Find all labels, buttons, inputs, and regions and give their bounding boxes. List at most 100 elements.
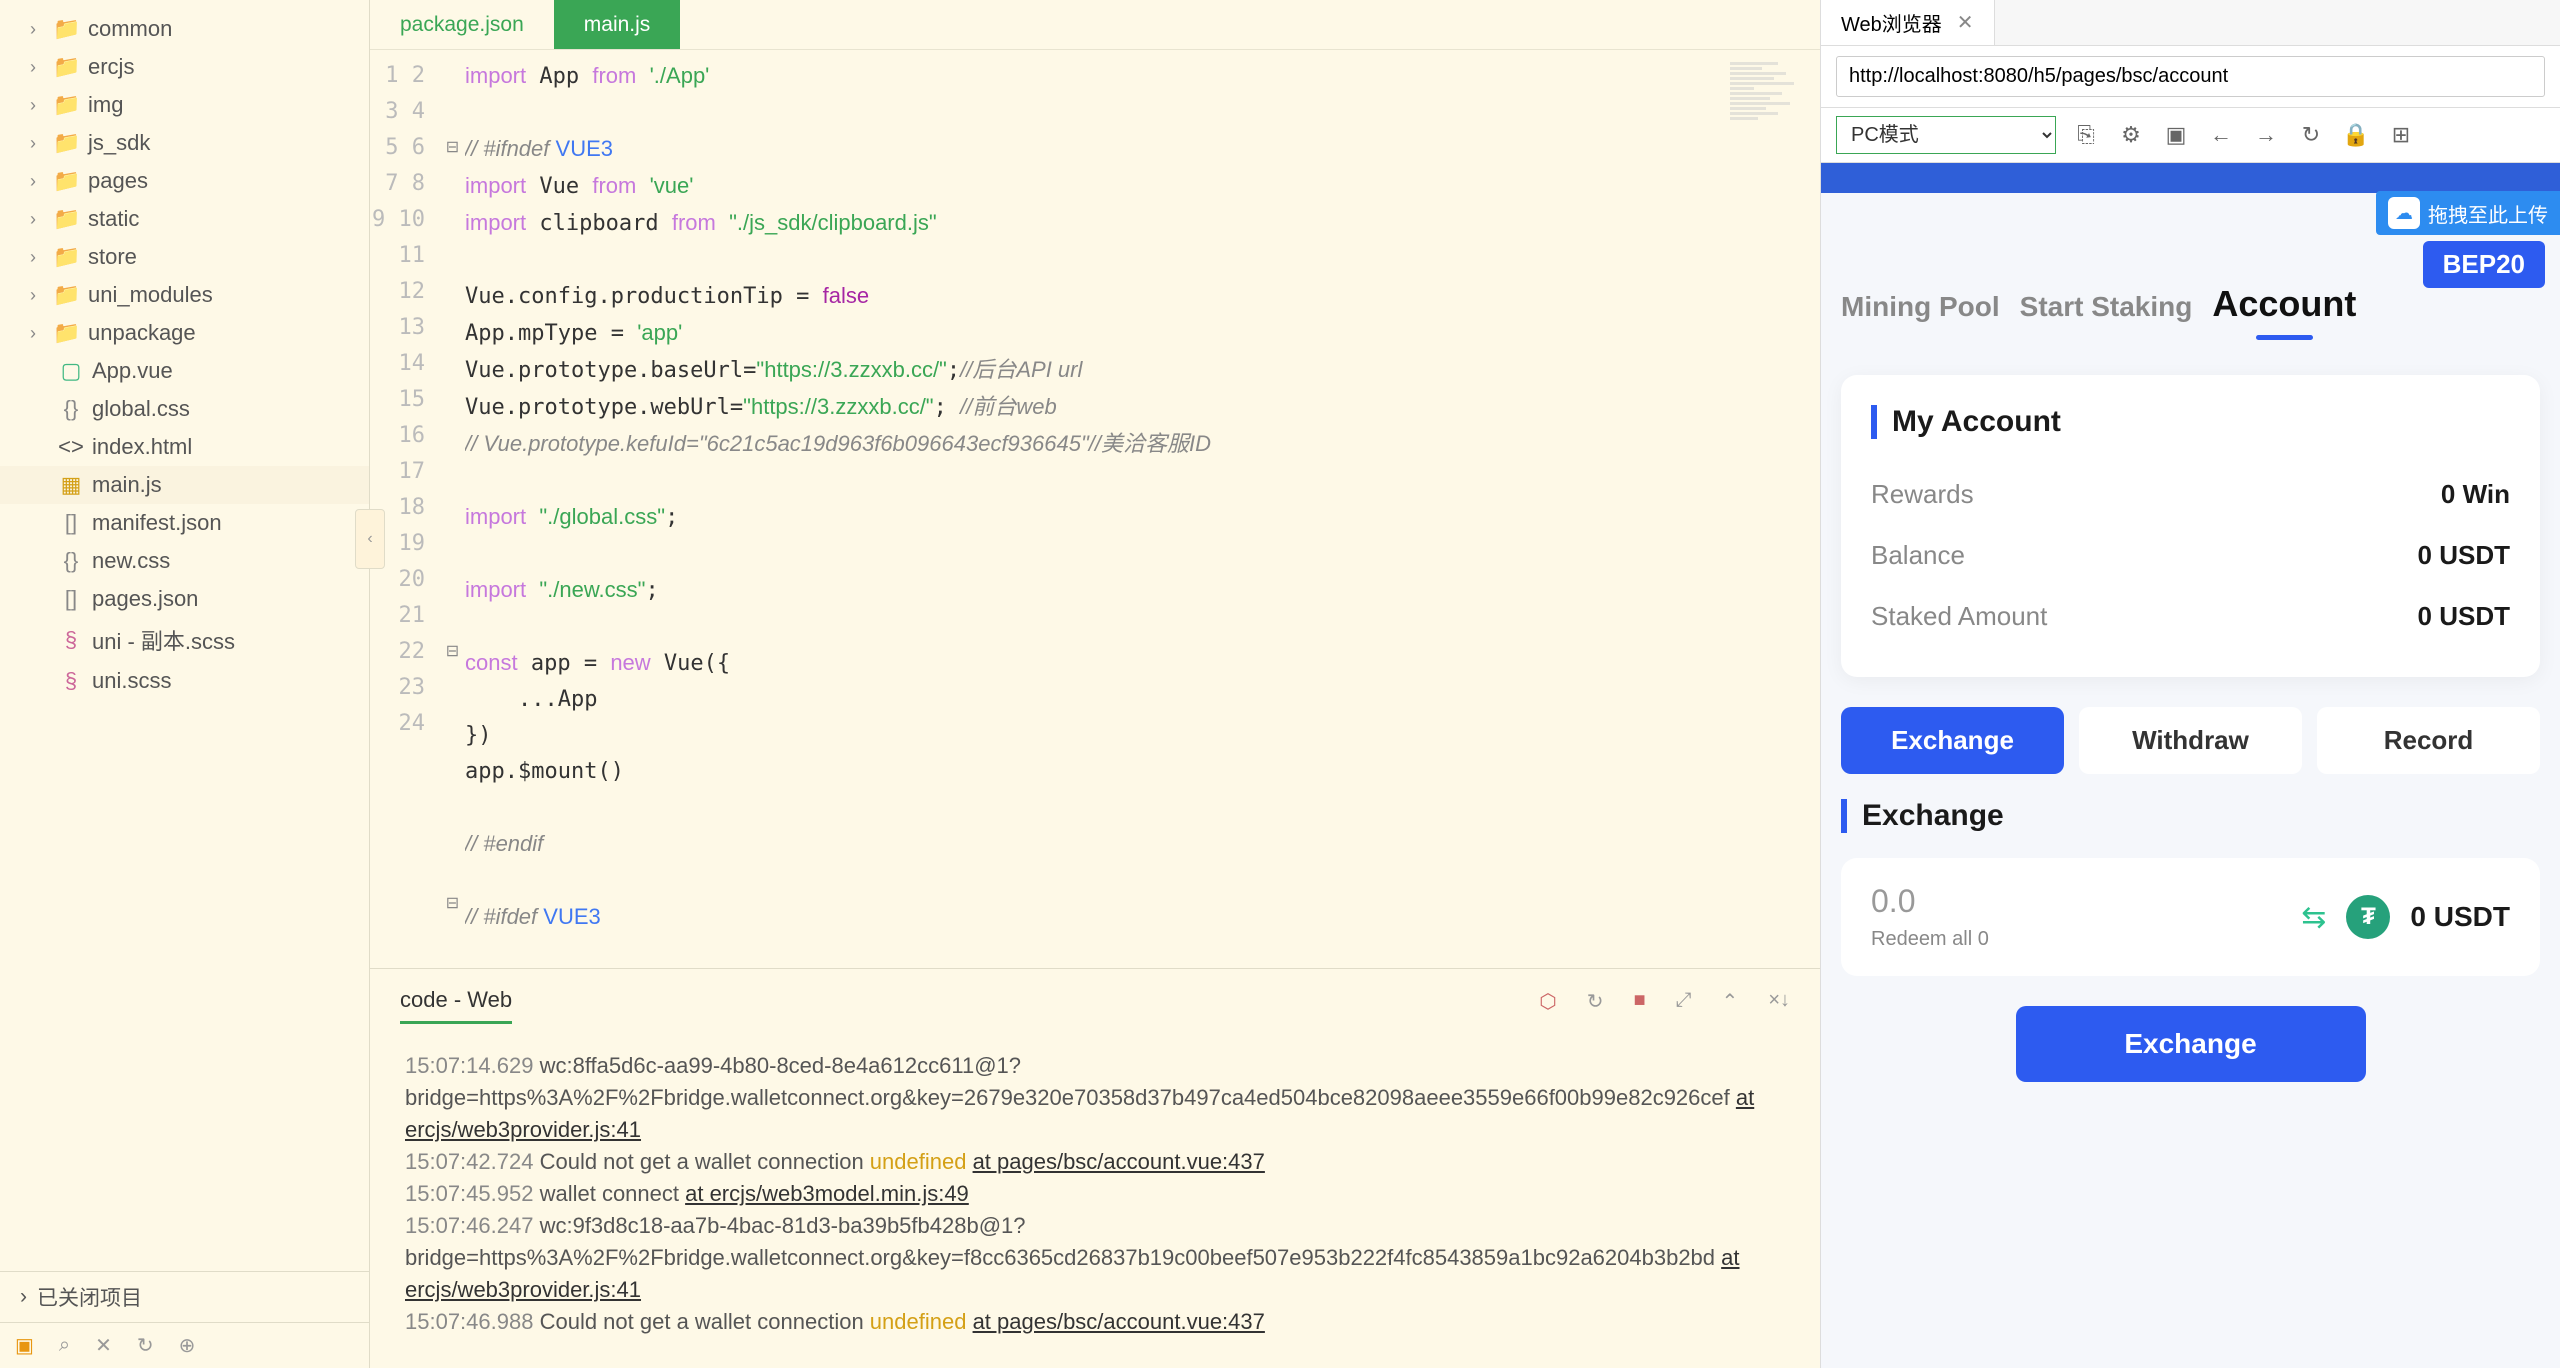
- file-new.css[interactable]: {}new.css: [0, 542, 369, 580]
- grid-icon[interactable]: ⊞: [2386, 122, 2416, 148]
- url-bar: [1821, 46, 2560, 108]
- usdt-icon: ₮: [2346, 895, 2390, 939]
- folder-unpackage[interactable]: ›📁unpackage: [0, 314, 369, 352]
- settings-icon[interactable]: ⚙: [2116, 122, 2146, 148]
- console-tab[interactable]: code - Web: [400, 979, 512, 1024]
- account-row: Staked Amount0 USDT: [1871, 586, 2510, 647]
- mode-select[interactable]: PC模式: [1836, 116, 2056, 154]
- file-global.css[interactable]: {}global.css: [0, 390, 369, 428]
- exchange-amount: 0.0: [1871, 883, 2281, 920]
- expand-icon[interactable]: ⤢: [1676, 989, 1692, 1014]
- usdt-value: 0 USDT: [2410, 901, 2510, 933]
- editor-tab-bar: package.json main.js: [370, 0, 1820, 50]
- console-source-link[interactable]: at ercjs/web3model.min.js:49: [685, 1181, 969, 1206]
- debug-icon[interactable]: ✕: [95, 1333, 112, 1358]
- browser-tab[interactable]: Web浏览器 ✕: [1821, 0, 1995, 45]
- browser-tabbar: Web浏览器 ✕: [1821, 0, 2560, 46]
- account-row: Balance0 USDT: [1871, 525, 2510, 586]
- chevron-right-icon: ›: [20, 1285, 27, 1309]
- console-line: 15:07:46.988 Could not get a wallet conn…: [405, 1306, 1785, 1338]
- folder-img[interactable]: ›📁img: [0, 86, 369, 124]
- tab-package-json[interactable]: package.json: [370, 0, 554, 49]
- redeem-all-label[interactable]: Redeem all 0: [1871, 928, 2281, 951]
- file-uni - 副本.scss[interactable]: §uni - 副本.scss: [0, 618, 369, 662]
- closed-projects-label: 已关闭项目: [37, 1282, 142, 1312]
- account-row: Rewards0 Win: [1871, 464, 2510, 525]
- console-source-link[interactable]: at pages/bsc/account.vue:437: [973, 1149, 1265, 1174]
- swap-icon[interactable]: ⇆: [2301, 900, 2326, 935]
- open-folder-icon[interactable]: ⎘: [2071, 122, 2101, 148]
- drag-upload-badge[interactable]: ☁ 拖拽至此上传: [2376, 191, 2560, 235]
- console-line: 15:07:46.247 wc:9f3d8c18-aa7b-4bac-81d3-…: [405, 1210, 1785, 1306]
- stop-icon[interactable]: ■: [1633, 989, 1645, 1014]
- console-source-link[interactable]: at pages/bsc/account.vue:437: [973, 1309, 1265, 1334]
- forward-icon[interactable]: →: [2251, 122, 2281, 148]
- folder-store[interactable]: ›📁store: [0, 238, 369, 276]
- restart-icon[interactable]: ↻: [1587, 989, 1604, 1014]
- code-content[interactable]: import App from './App' // #ifndef VUE3 …: [465, 50, 1720, 968]
- preview-app-header: [1821, 163, 2560, 193]
- globe-icon[interactable]: ⊕: [179, 1333, 196, 1358]
- bug-icon[interactable]: ⌕: [59, 1334, 70, 1357]
- back-icon[interactable]: ←: [2206, 122, 2236, 148]
- fold-gutter[interactable]: ⊟⊟⊟: [440, 50, 465, 968]
- console-header: code - Web ⬡ ↻ ■ ⤢ ⌃ ×↓: [370, 969, 1820, 1035]
- tab-start-staking[interactable]: Start Staking: [2020, 291, 2193, 323]
- folder-icon[interactable]: ▣: [15, 1333, 34, 1358]
- action-tab-withdraw[interactable]: Withdraw: [2079, 707, 2302, 774]
- cloud-icon: ☁: [2388, 197, 2420, 229]
- preview-viewport: ☁ 拖拽至此上传 BEP20 Mining Pool Start Staking…: [1821, 163, 2560, 1368]
- folder-js_sdk[interactable]: ›📁js_sdk: [0, 124, 369, 162]
- bug-icon[interactable]: ⬡: [1539, 989, 1556, 1014]
- collapse-icon[interactable]: ⌃: [1722, 989, 1739, 1014]
- console-actions: ⬡ ↻ ■ ⤢ ⌃ ×↓: [1539, 989, 1790, 1014]
- file-App.vue[interactable]: ▢App.vue: [0, 352, 369, 390]
- minimap[interactable]: [1720, 50, 1820, 968]
- file-index.html[interactable]: <>index.html: [0, 428, 369, 466]
- reload-icon[interactable]: ↻: [2296, 122, 2326, 148]
- folder-uni_modules[interactable]: ›📁uni_modules: [0, 276, 369, 314]
- exchange-input-box: 0.0 Redeem all 0 ⇆ ₮ 0 USDT: [1841, 858, 2540, 976]
- console-source-link[interactable]: at ercjs/web3provider.js:41: [405, 1245, 1740, 1302]
- file-manifest.json[interactable]: []manifest.json: [0, 504, 369, 542]
- browser-tab-title: Web浏览器: [1841, 8, 1942, 37]
- console-output[interactable]: 15:07:14.629 wc:8ffa5d6c-aa99-4b80-8ced-…: [370, 1035, 1820, 1368]
- editor-panel: package.json main.js ‹ 1 2 3 4 5 6 7 8 9…: [370, 0, 1820, 1368]
- tab-account[interactable]: Account: [2212, 283, 2356, 325]
- sidebar-collapse-handle[interactable]: ‹: [355, 509, 385, 569]
- action-tabs: Exchange Withdraw Record: [1821, 707, 2560, 774]
- file-uni.scss[interactable]: §uni.scss: [0, 662, 369, 700]
- url-input[interactable]: [1836, 56, 2545, 97]
- exchange-section-title: Exchange: [1841, 799, 2540, 833]
- file-explorer: ›📁common›📁ercjs›📁img›📁js_sdk›📁pages›📁sta…: [0, 0, 370, 1368]
- console-panel: code - Web ⬡ ↻ ■ ⤢ ⌃ ×↓ 15:07:14.629 wc:…: [370, 968, 1820, 1368]
- file-tree: ›📁common›📁ercjs›📁img›📁js_sdk›📁pages›📁sta…: [0, 0, 369, 1271]
- console-line: 15:07:14.629 wc:8ffa5d6c-aa99-4b80-8ced-…: [405, 1050, 1785, 1146]
- folder-ercjs[interactable]: ›📁ercjs: [0, 48, 369, 86]
- folder-common[interactable]: ›📁common: [0, 10, 369, 48]
- console-line: 15:07:45.952 wallet connect at ercjs/web…: [405, 1178, 1785, 1210]
- action-tab-record[interactable]: Record: [2317, 707, 2540, 774]
- code-editor[interactable]: ‹ 1 2 3 4 5 6 7 8 9 10 11 12 13 14 15 16…: [370, 50, 1820, 968]
- tab-mining-pool[interactable]: Mining Pool: [1841, 291, 2000, 323]
- console-line: 15:07:42.724 Could not get a wallet conn…: [405, 1146, 1785, 1178]
- sidebar-toolbar: ▣ ⌕ ✕ ↻ ⊕: [0, 1322, 369, 1368]
- sort-icon[interactable]: ×↓: [1768, 989, 1790, 1014]
- console-source-link[interactable]: at ercjs/web3provider.js:41: [405, 1085, 1754, 1142]
- file-pages.json[interactable]: []pages.json: [0, 580, 369, 618]
- action-tab-exchange[interactable]: Exchange: [1841, 707, 2064, 774]
- folder-pages[interactable]: ›📁pages: [0, 162, 369, 200]
- lock-icon[interactable]: 🔒: [2341, 122, 2371, 148]
- exchange-amount-input[interactable]: 0.0 Redeem all 0: [1871, 883, 2281, 951]
- devtools-icon[interactable]: ▣: [2161, 122, 2191, 148]
- browser-preview-panel: Web浏览器 ✕ PC模式 ⎘ ⚙ ▣ ← → ↻ 🔒 ⊞ ☁ 拖拽至此上传 B…: [1820, 0, 2560, 1368]
- account-card-title: My Account: [1871, 405, 2510, 439]
- tab-main-js[interactable]: main.js: [554, 0, 681, 49]
- exchange-button[interactable]: Exchange: [2016, 1006, 2366, 1082]
- folder-static[interactable]: ›📁static: [0, 200, 369, 238]
- close-icon[interactable]: ✕: [1957, 10, 1974, 35]
- browser-toolbar: PC模式 ⎘ ⚙ ▣ ← → ↻ 🔒 ⊞: [1821, 108, 2560, 163]
- file-main.js[interactable]: ▦main.js: [0, 466, 369, 504]
- refresh-icon[interactable]: ↻: [137, 1333, 154, 1358]
- closed-projects-section[interactable]: › 已关闭项目: [0, 1271, 369, 1322]
